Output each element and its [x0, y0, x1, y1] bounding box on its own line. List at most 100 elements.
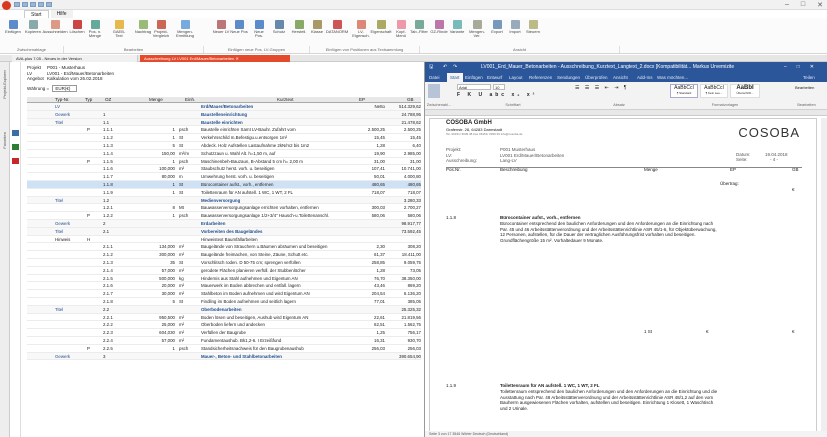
ribbon-button-17[interactable]: Eigenschaft [371, 20, 391, 44]
table-row[interactable]: Titel 1.1 Baustelle einrichten 21.478,62 [27, 118, 421, 127]
word-tab-7[interactable]: Überprüfen [585, 73, 608, 82]
ribbon-button-25[interactable]: Steuern [524, 20, 542, 44]
style-heading[interactable]: AaBbI Überschrift... [730, 84, 760, 98]
calc-icon[interactable] [12, 144, 19, 150]
close-button[interactable]: ✕ [817, 1, 823, 9]
ribbon-button-5[interactable]: GAEB-Text [110, 20, 128, 44]
close-tab-icon[interactable]: ✕ [235, 56, 238, 61]
word-window-controls[interactable]: –□✕ [784, 62, 824, 73]
doc-tab-ausschreibung[interactable]: Ausschreibung LV LV001 Erd/Mauer/Betonar… [140, 55, 290, 62]
table-row[interactable]: Titel 2.1 Vorbereiten des Baugeländes 73.59… [27, 227, 421, 236]
table-row[interactable]: 2.1.7 30,000 m² Stahlbeton im Boden aufnehm… [27, 290, 421, 298]
ribbon-button-13[interactable]: Herstell. [290, 20, 308, 44]
word-tab-1[interactable]: Start [447, 73, 463, 82]
table-row[interactable]: P 1.1.1 1 psch Baustelle einrichten Samt LV-… [27, 126, 421, 135]
table-row[interactable]: 2.2.1 950,500 m² Boden lösen und beseitigen… [27, 314, 421, 322]
document-page[interactable]: COSOBA GmbH Grafenstr. 28, 64283 Darmsta… [429, 118, 817, 434]
app-logo-icon[interactable] [2, 1, 11, 10]
table-row[interactable]: 1.1.9 1 St Toilettenraum für AN aufstell. 1… [27, 189, 421, 197]
table-row[interactable]: 2.1.6 20,000 m² Mauerwerk im Boden abbreche… [27, 282, 421, 291]
word-tab-4[interactable]: Layout [509, 73, 523, 82]
table-row[interactable]: 1.1.8 1 St Bürocontainer aufst., vorh., ent… [27, 180, 421, 189]
table-row[interactable]: P 1.1.5 1 psch Maschinenbeh-Bauzaun, B-Absta… [27, 158, 421, 166]
ribbon-button-14[interactable]: Klasse [308, 20, 326, 44]
style-no-spacing[interactable]: AaBbCcI ¶ Kein Lee... [700, 84, 728, 98]
rail-favoriten[interactable]: Favoriten [2, 132, 7, 149]
ribbon-button-10[interactable]: Neue Pos [230, 20, 248, 44]
vertical-scrollbar[interactable] [821, 118, 827, 434]
word-tab-8[interactable]: Ansicht [613, 73, 628, 82]
table-row[interactable]: 2.1.2 300,000 m² Baugelände freimachen, von… [27, 251, 421, 259]
ribbon-button-15[interactable]: DATANORM [326, 20, 348, 44]
table-row[interactable]: 2.1.8 5 St Findling im Boden aufnehmen und … [27, 298, 421, 306]
table-row[interactable]: 2.1.1 134,000 m² Baugelände von Strauchern … [27, 243, 421, 252]
format-buttons[interactable]: F K U abc x₂ x² [457, 92, 537, 98]
table-row[interactable]: 1.1.3 5 St Abdeck. Holz Aufstellen Lastaufn… [27, 142, 421, 150]
word-tab-5[interactable]: Referenzen [529, 73, 552, 82]
ruler[interactable] [425, 110, 827, 116]
currency-dropdown[interactable]: EUR(€) [52, 85, 78, 92]
rail-projekt-explorer[interactable]: Projekt-Explorer [2, 70, 7, 99]
table-row[interactable]: 1.1.6 100,000 m² Staubschutz herst. vorh. u… [27, 165, 421, 174]
ribbon-button-12[interactable]: Schutz [270, 20, 288, 44]
open-icon[interactable] [46, 2, 52, 7]
table-row[interactable]: Gewerk 2 Erdarbeiten 98.917,77 [27, 219, 421, 228]
ribbon-button-4[interactable]: Pos. n. Menge [86, 20, 104, 44]
maximize-button[interactable]: □ [801, 1, 805, 9]
ribbon-button-16[interactable]: LV-Eigensch. [352, 20, 370, 44]
redo-icon[interactable] [30, 2, 36, 7]
table-row[interactable]: 1.1.7 80,000 m Umwehrung herst. vorh. u. be… [27, 173, 421, 181]
word-redo-icon[interactable]: ↷ [453, 62, 457, 73]
ribbon-button-6[interactable]: Nachtrag [134, 20, 152, 44]
table-row[interactable]: 2.1.4 57,000 m² gerodete Flächen planieren … [27, 267, 421, 275]
ribbon-button-3[interactable]: Löschen [68, 20, 86, 44]
word-tab-3[interactable]: Entwurf [487, 73, 502, 82]
ribbon-button-0[interactable]: Einfügen [4, 20, 22, 44]
ribbon-button-11[interactable]: Neue Pos. [250, 20, 268, 44]
ribbon-button-2[interactable]: Ausschneiden [42, 20, 68, 44]
table-row[interactable]: Titel 1.2 Medienversorgung 3.280,33 [27, 196, 421, 205]
table-row[interactable]: 1.1.4 150,00 m²/m Schutzzaun u. Wahl Alt. h… [27, 150, 421, 158]
ribbon-button-8[interactable]: Mengen-Ermittlung [176, 20, 194, 44]
word-save-icon[interactable]: 🖫 [429, 62, 433, 73]
word-tab-6[interactable]: Sendungen [557, 73, 580, 82]
ribbon-button-21[interactable]: Variante [448, 20, 466, 44]
ribbon-button-19[interactable]: Tab.-Filter [410, 20, 428, 44]
table-row[interactable]: Gewerk 3 Mauer-, Beton- und Stahlbetonarbe… [27, 352, 421, 361]
tab-start[interactable]: Start [24, 10, 49, 18]
ribbon-button-23[interactable]: Export [488, 20, 506, 44]
word-tab-2[interactable]: Einfügen [465, 73, 483, 82]
edit-button[interactable]: Bearbeiten [795, 85, 814, 90]
ribbon-button-20[interactable]: GZ-Rinde [430, 20, 448, 44]
table-row[interactable]: 2.2.3 604,030 m² Verfüllen der Baugrube 1,25… [27, 329, 421, 337]
style-standard[interactable]: AaBbCcI ¶ Standard [670, 84, 698, 98]
table-row[interactable]: 1.1.2 1 St Verkehrsschild m.Befestigu.u.ent… [27, 134, 421, 142]
tab-hilfe[interactable]: Hilfe [50, 10, 73, 18]
table-row[interactable]: P 1.2.2 1 psch Bauwasserversorgungsanlage 1/… [27, 212, 421, 220]
word-tab-11[interactable]: Teilen [803, 73, 815, 82]
table-row[interactable]: 2.2.2 25,000 m² Oberboden liefern und andec… [27, 321, 421, 330]
table-row[interactable]: Titel 2.2 Oberbodenarbeiten 25.325,32 [27, 305, 421, 314]
ribbon-button-24[interactable]: Import [506, 20, 524, 44]
word-tab-0[interactable]: Datei [429, 73, 440, 82]
table-row[interactable]: Hinweis H Hinweistext Baumfällarbeiten [27, 236, 421, 244]
table-row[interactable]: P 2.2.5 1 psch Standsicherheitsnachweis für … [27, 345, 421, 353]
filter-icon[interactable] [12, 158, 19, 164]
word-tab-10[interactable]: Was möchten... [657, 73, 688, 82]
minimize-button[interactable]: – [785, 1, 789, 9]
undo-icon[interactable] [22, 2, 28, 7]
table-row[interactable]: Gewerk 1 Baustelleneinrichtung 24.788,95 [27, 110, 421, 119]
font-name-select[interactable]: Arial [457, 84, 491, 90]
ribbon-button-18[interactable]: Kopf-Menü [392, 20, 410, 44]
font-size-select[interactable]: 10 [493, 84, 505, 90]
ribbon-button-22[interactable]: Mengen-Ver. [468, 20, 486, 44]
table-row[interactable]: 2.2.4 57,000 m² Fundamentaushub. Bk1,2-6. I… [27, 337, 421, 345]
paragraph-buttons[interactable]: ☰ ☰ ☰ ⇤ ⇥ ¶ [575, 85, 628, 91]
save-icon[interactable] [14, 2, 20, 7]
table-row[interactable]: 1.2.1 8 Mt Bauwasserversorgungsanlage erric… [27, 204, 421, 213]
word-undo-icon[interactable]: ↶ [443, 62, 447, 73]
ribbon-button-1[interactable]: Kopieren [24, 20, 42, 44]
tree-view-icon[interactable] [12, 130, 19, 136]
table-row[interactable]: 2.1.5 500,000 kg Hindernis aus Stahl aufneh… [27, 275, 421, 283]
ribbon-button-7[interactable]: Projekt-Vergleich [152, 20, 170, 44]
